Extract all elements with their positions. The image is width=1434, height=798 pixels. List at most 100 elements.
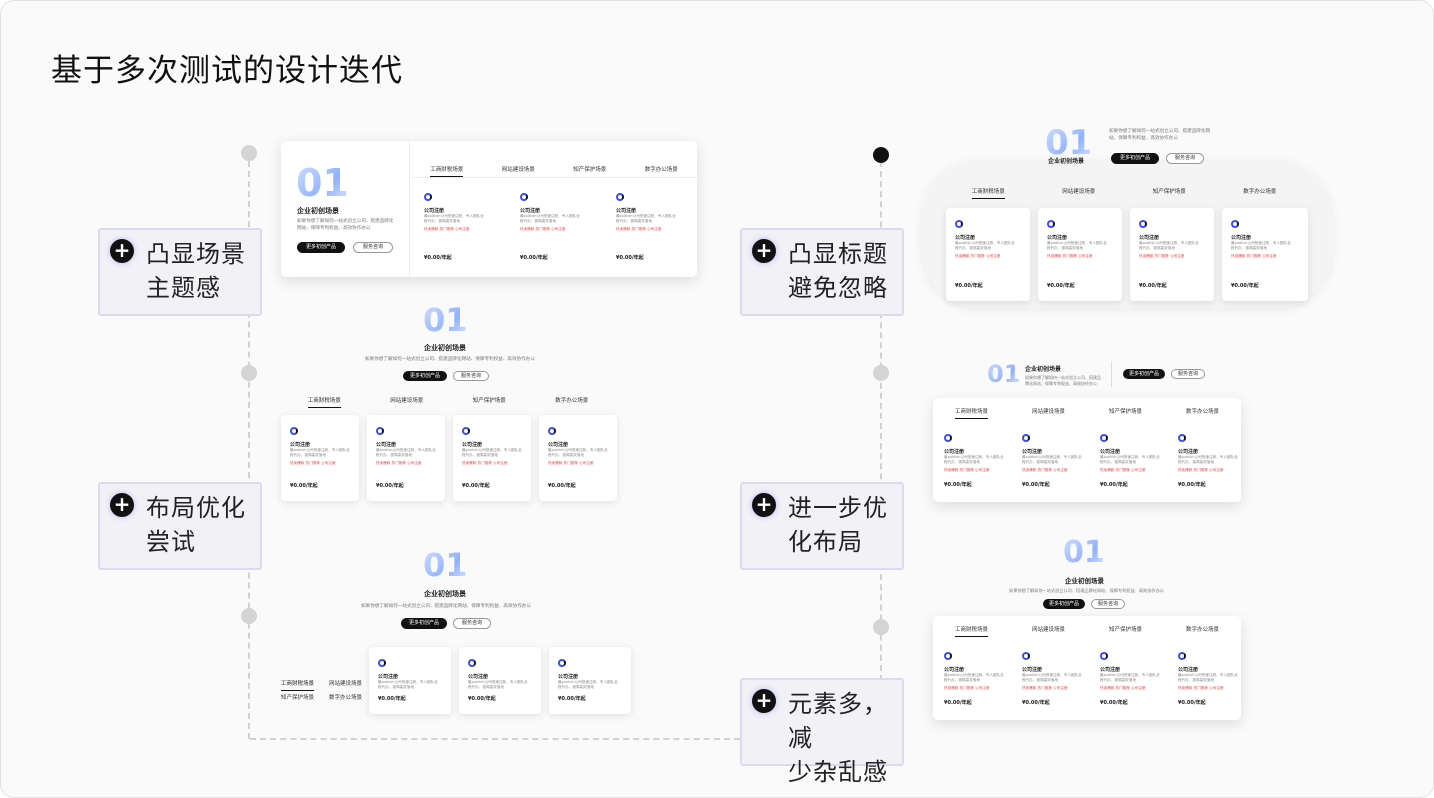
card-price: ¥0.00/年起 — [1100, 700, 1128, 706]
tab[interactable]: 网站建设场景 — [1032, 407, 1065, 415]
scene-title: 企业初创场景 — [1048, 158, 1085, 165]
scene-tabs: 工商财税场景 网站建设场景 知产保护场景 数字办公场景 — [283, 396, 613, 408]
tab[interactable]: 网站建设场景 — [329, 681, 362, 688]
product-card[interactable]: 公司注册 最publish公司快速注册、专人团队全程代办、极简高效落地 热卖爆款 热… — [1169, 640, 1239, 718]
tab[interactable]: 工商财税场景 — [307, 396, 341, 408]
card-desc: 最publish公司快速注册、专人团队全程代办、极简高效落地 — [955, 241, 1015, 250]
tab[interactable]: 数字办公场景 — [1243, 187, 1276, 195]
tab[interactable]: 网站建设场景 — [1032, 625, 1065, 633]
product-card[interactable]: 公司注册 最publish公司快速注册、专人团队全程代办、极简高效落地 热卖爆款 热… — [539, 415, 617, 501]
card-price: ¥0.00/年起 — [468, 696, 496, 702]
consult-button[interactable]: 服务咨询 — [1166, 153, 1204, 164]
product-card[interactable]: 公司注册 最publish公司快速注册、专人团队全程代办、极简高效落地 热卖爆款 热… — [1091, 422, 1165, 500]
tab[interactable]: 知产保护场景 — [1109, 625, 1142, 633]
product-card[interactable]: 公司注册 最publish公司快速注册、专人团队全程代办、极简高效落地 热卖爆款 热… — [453, 415, 531, 501]
card-title: 公司注册 — [1231, 235, 1252, 241]
consult-button[interactable]: 服务咨询 — [453, 618, 491, 629]
scene-tabs: 工商财税场景 网站建设场景 知产保护场景 数字办公场景 — [411, 165, 697, 177]
product-card[interactable]: 公司注册 最publish公司快速注册、专人团队全程代办、极简高效落地 热卖爆款 热… — [281, 415, 359, 501]
card-title: 公司注册 — [1022, 667, 1043, 673]
card-desc: 最publish公司快速注册、专人团队全程代办、极简高效落地 — [1100, 673, 1160, 682]
card-tags: 热卖爆款 热门推荐 公司注册 — [1022, 468, 1068, 472]
tab[interactable]: 网站建设场景 — [390, 396, 423, 404]
more-products-button[interactable]: 更多初创产品 — [297, 242, 345, 253]
product-icon — [1178, 652, 1186, 660]
tab[interactable]: 网站建设场景 — [502, 165, 535, 173]
consult-button[interactable]: 服务咨询 — [1091, 599, 1125, 609]
product-card[interactable]: 公司注册 最publish公司快速注册、专人团队全程代办、极简高效落地 热卖爆款 热… — [511, 181, 601, 273]
card-price: ¥0.00/年起 — [1231, 283, 1259, 289]
product-card[interactable]: 公司注册 最publish公司快速注册、专人团队全程代办、极简高效落地 热卖爆款 热… — [935, 422, 1009, 500]
card-price: ¥0.00/年起 — [1100, 482, 1128, 488]
tab[interactable]: 知产保护场景 — [281, 695, 314, 702]
card-desc: 最publish公司快速注册、专人团队全程代办、极简高效落地 — [520, 214, 580, 223]
product-card[interactable]: 公司注册 最publish公司快速注册、专人团队全程代办、极简高效落地 热卖爆款 热… — [1169, 422, 1239, 500]
tab[interactable]: 工商财税场景 — [430, 165, 464, 177]
product-card[interactable]: 公司注册 最publish公司快速注册、专人团队全程代办、极简高效落地热卖爆款 热… — [1222, 208, 1308, 301]
canvas-frame: 基于多次测试的设计迭代 + 凸显场景 主题感 + 布局优化 尝试 + 凸显标题 避免忽… — [0, 0, 1434, 798]
tab[interactable]: 数字办公场景 — [645, 165, 678, 173]
product-card[interactable]: 公司注册 最publish公司快速注册、专人团队全程代办、极简高效落地 热卖爆款 热… — [1013, 640, 1087, 718]
card-tags: 热卖爆款 热门推荐 公司注册 — [1022, 686, 1068, 690]
card-desc: 最publish公司快速注册、专人团队全程代办、极简高效落地 — [1231, 241, 1291, 250]
scene-desc: 如果你想了解如何一站式创立公司、搭建品牌化网站、保障专利权益、高效协作办公 — [1009, 588, 1164, 593]
product-card[interactable]: 公司注册 最publish公司快速注册、专人团队全程代办、极简高效落地 ¥0.00/… — [549, 647, 631, 714]
tab[interactable]: 网站建设场景 — [1062, 187, 1095, 195]
tab[interactable]: 数字办公场景 — [329, 695, 362, 702]
scene-desc: 如果你想了解如何一站式创立公司、搭建品牌化网站、保障专利权益、高效协作办公 — [1025, 375, 1101, 386]
tab[interactable]: 知产保护场景 — [573, 165, 606, 173]
card-desc: 最publish公司快速注册、专人团队全程代办、极简高效落地 — [376, 448, 436, 457]
tab[interactable]: 知产保护场景 — [473, 396, 506, 404]
tab[interactable]: 知产保护场景 — [1153, 187, 1186, 195]
card-price: ¥0.00/年起 — [1047, 283, 1075, 289]
product-card[interactable]: 公司注册 最publish公司快速注册、专人团队全程代办、极简高效落地 热卖爆款 热… — [935, 640, 1009, 718]
product-card[interactable]: 公司注册 最publish公司快速注册、专人团队全程代办、极简高效落地 热卖爆款 热… — [607, 181, 693, 273]
more-products-button[interactable]: 更多初创产品 — [1111, 153, 1159, 164]
consult-button[interactable]: 服务咨询 — [353, 242, 393, 253]
plus-icon: + — [752, 239, 776, 263]
tab[interactable]: 数字办公场景 — [555, 396, 588, 404]
product-card[interactable]: 公司注册 最publish公司快速注册、专人团队全程代办、极简高效落地 热卖爆款 热… — [946, 208, 1030, 301]
tab[interactable]: 知产保护场景 — [1109, 407, 1142, 415]
product-card[interactable]: 公司注册 最publish公司快速注册、专人团队全程代办、极简高效落地 热卖爆款 热… — [415, 181, 505, 273]
product-card[interactable]: 公司注册 最publish公司快速注册、专人团队全程代办、极简高效落地 热卖爆款 热… — [1130, 208, 1214, 301]
product-card[interactable]: 公司注册 最publish公司快速注册、专人团队全程代办、极简高效落地 热卖爆款 热… — [1038, 208, 1122, 301]
tab[interactable]: 工商财税场景 — [954, 625, 989, 637]
scene-desc: 如果你想了解如何一站式创立公司、搭建品牌化网站、保障专利权益、高效协作办公 — [365, 357, 535, 362]
card-tags: 热卖爆款 热门推荐 公司注册 — [1231, 254, 1277, 258]
scene-tabs: 工商财税场景 网站建设场景 知产保护场景 数字办公场景 — [943, 187, 1305, 199]
more-products-button[interactable]: 更多初创产品 — [403, 371, 447, 381]
tab[interactable]: 工商财税场景 — [971, 187, 1005, 199]
product-card[interactable]: 公司注册 最publish公司快速注册、专人团队全程代办、极简高效落地 ¥0.00/… — [459, 647, 541, 714]
consult-button[interactable]: 服务咨询 — [1171, 369, 1205, 379]
card-title: 公司注册 — [1022, 449, 1043, 455]
product-card[interactable]: 公司注册 最publish公司快速注册、专人团队全程代办、极简高效落地 热卖爆款 热… — [367, 415, 445, 501]
product-card[interactable]: 公司注册 最publish公司快速注册、专人团队全程代办、极简高效落地 热卖爆款 热… — [1013, 422, 1087, 500]
timeline-dot — [241, 608, 257, 624]
scene-number: 01 — [423, 301, 468, 339]
more-products-button[interactable]: 更多初创产品 — [1043, 599, 1085, 609]
scene-number: 01 — [987, 360, 1021, 388]
card-title: 公司注册 — [468, 674, 489, 680]
card-price: ¥0.00/年起 — [424, 255, 452, 261]
tab[interactable]: 工商财税场景 — [954, 407, 989, 419]
card-tags: 热卖爆款 热门推荐 公司注册 — [1100, 686, 1146, 690]
tab[interactable]: 数字办公场景 — [1186, 407, 1219, 415]
card-desc: 最publish公司快速注册、专人团队全程代办、极简高效落地 — [1178, 455, 1238, 464]
scene-desc: 如果你想了解如何一站式创立公司、搭建品牌化网站、保障专利权益、高效协作办公 — [1109, 129, 1211, 141]
tab[interactable]: 工商财税场景 — [281, 681, 315, 691]
plus-icon: + — [110, 239, 134, 263]
more-products-button[interactable]: 更多初创产品 — [401, 618, 447, 629]
card-title: 公司注册 — [290, 442, 311, 448]
card-price: ¥0.00/年起 — [1022, 700, 1050, 706]
product-card[interactable]: 公司注册 最publish公司快速注册、专人团队全程代办、极简高效落地 热卖爆款 热… — [1091, 640, 1165, 718]
card-price: ¥0.00/年起 — [378, 696, 406, 702]
card-title: 公司注册 — [558, 674, 579, 680]
product-icon — [955, 220, 963, 228]
card-title: 公司注册 — [1178, 449, 1199, 455]
product-card[interactable]: 公司注册 最publish公司快速注册、专人团队全程代办、极简高效落地 ¥0.00/… — [369, 647, 451, 714]
card-title: 公司注册 — [520, 208, 541, 214]
tab[interactable]: 数字办公场景 — [1186, 625, 1219, 633]
consult-button[interactable]: 服务咨询 — [453, 371, 489, 381]
more-products-button[interactable]: 更多初创产品 — [1123, 369, 1165, 379]
